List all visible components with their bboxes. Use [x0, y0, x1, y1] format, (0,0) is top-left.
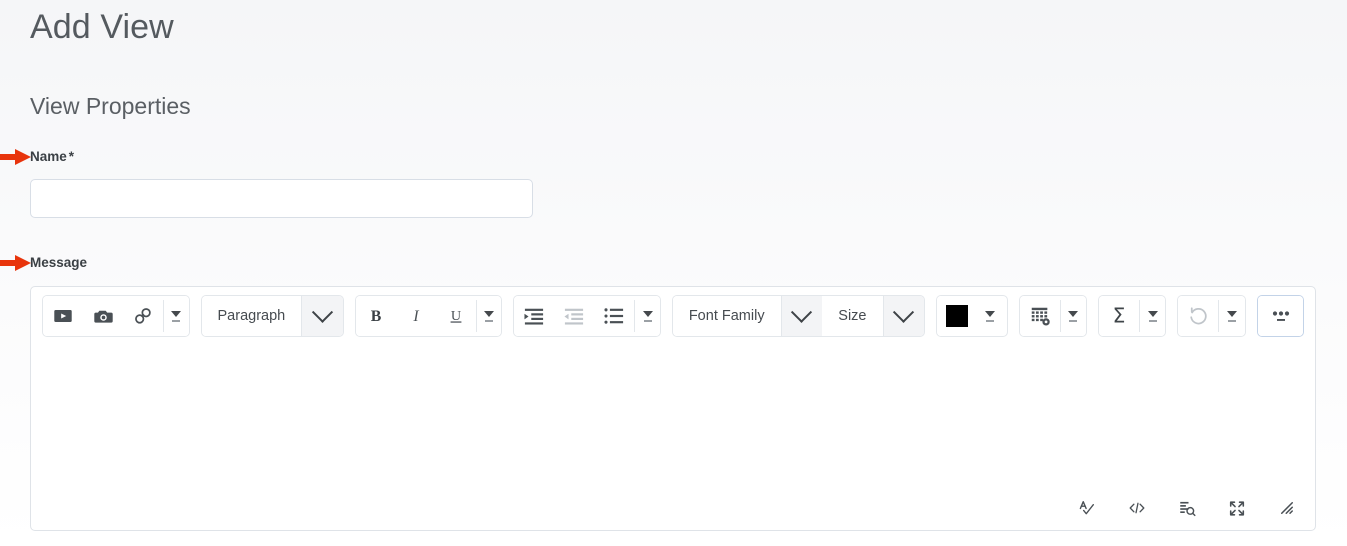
caret-underline: [985, 319, 994, 322]
bullet-list-icon[interactable]: [594, 296, 635, 336]
svg-text:U: U: [451, 308, 461, 324]
chevron-down-icon: [171, 310, 182, 317]
font-size-value: Size: [822, 296, 883, 336]
code-icon[interactable]: [1122, 493, 1152, 523]
editor-content-area[interactable]: [32, 345, 1314, 529]
message-field-label: Message: [30, 255, 88, 270]
toolbar-group-more: [1256, 295, 1305, 337]
text-color-swatch[interactable]: [937, 296, 978, 336]
equation-caret-icon[interactable]: [1139, 296, 1166, 336]
chevron-down-icon: [1226, 310, 1237, 317]
section-title: View Properties: [30, 93, 191, 119]
text-color-caret-icon[interactable]: [977, 296, 1003, 336]
color-swatch-icon: [946, 305, 969, 327]
svg-text:Σ: Σ: [1112, 304, 1125, 327]
spellcheck-icon[interactable]: [1072, 493, 1102, 523]
toolbar-group-text-style: B I U: [354, 295, 503, 337]
caret-underline: [172, 319, 181, 322]
annotation-arrow-message: [0, 255, 31, 271]
block-format-value: Paragraph: [201, 296, 302, 336]
underline-icon[interactable]: U: [435, 296, 476, 336]
italic-icon[interactable]: I: [395, 296, 436, 336]
video-icon[interactable]: [43, 296, 83, 336]
chevron-down-icon: [642, 310, 653, 317]
caret-underline: [485, 319, 494, 322]
toolbar-group-table: [1018, 295, 1087, 337]
bold-icon[interactable]: B: [355, 296, 396, 336]
caret-underline: [1227, 319, 1236, 322]
table-icon[interactable]: [1019, 296, 1060, 336]
rich-text-editor: Paragraph B I U Font Family Size Σ: [30, 286, 1316, 531]
undo-icon[interactable]: [1178, 296, 1219, 336]
editor-content-text: [32, 345, 1314, 369]
name-field-label: Name *: [30, 149, 74, 164]
block-format-select[interactable]: Paragraph: [200, 295, 344, 337]
outdent-icon[interactable]: [554, 296, 595, 336]
caret-underline: [643, 319, 652, 322]
page-title: Add View: [30, 8, 174, 46]
text-style-overflow-caret-icon[interactable]: [476, 296, 502, 336]
insert-overflow-caret-icon[interactable]: [164, 296, 189, 336]
toolbar-group-insert: [42, 295, 190, 337]
editor-toolbar: Paragraph B I U Font Family Size Σ: [31, 287, 1315, 345]
fullscreen-icon[interactable]: [1222, 493, 1252, 523]
camera-icon[interactable]: [83, 296, 123, 336]
block-format-chevron-down-icon[interactable]: [301, 296, 343, 336]
chevron-down-icon: [1068, 310, 1079, 317]
font-select-group: Font Family Size: [671, 295, 926, 337]
svg-text:I: I: [412, 308, 419, 325]
ellipsis-icon[interactable]: [1257, 296, 1304, 336]
name-input[interactable]: [30, 179, 533, 218]
resize-handle-icon[interactable]: [1272, 493, 1302, 523]
caret-underline: [1069, 319, 1078, 322]
toolbar-group-text-color: [936, 295, 1008, 337]
font-size-chevron-down-icon[interactable]: [882, 296, 925, 336]
editor-status-bar: [1072, 493, 1302, 523]
toolbar-group-undo: [1177, 295, 1246, 337]
name-label-text: Name: [30, 149, 67, 164]
lists-overflow-caret-icon[interactable]: [635, 296, 660, 336]
font-family-value: Font Family: [672, 296, 781, 336]
chevron-down-icon: [984, 310, 995, 317]
toolbar-group-lists: [513, 295, 661, 337]
chevron-down-icon: [484, 310, 495, 317]
table-caret-icon[interactable]: [1060, 296, 1086, 336]
word-count-icon[interactable]: [1172, 493, 1202, 523]
svg-text:B: B: [371, 308, 382, 325]
sigma-icon[interactable]: Σ: [1098, 296, 1139, 336]
required-marker: *: [68, 149, 75, 164]
annotation-arrow-name: [0, 149, 31, 165]
undo-caret-icon[interactable]: [1219, 296, 1245, 336]
indent-icon[interactable]: [514, 296, 555, 336]
toolbar-group-equation: Σ: [1097, 295, 1167, 337]
link-icon[interactable]: [123, 296, 163, 336]
chevron-down-icon: [1147, 310, 1158, 317]
caret-underline: [1148, 319, 1157, 322]
font-family-chevron-down-icon[interactable]: [780, 296, 823, 336]
